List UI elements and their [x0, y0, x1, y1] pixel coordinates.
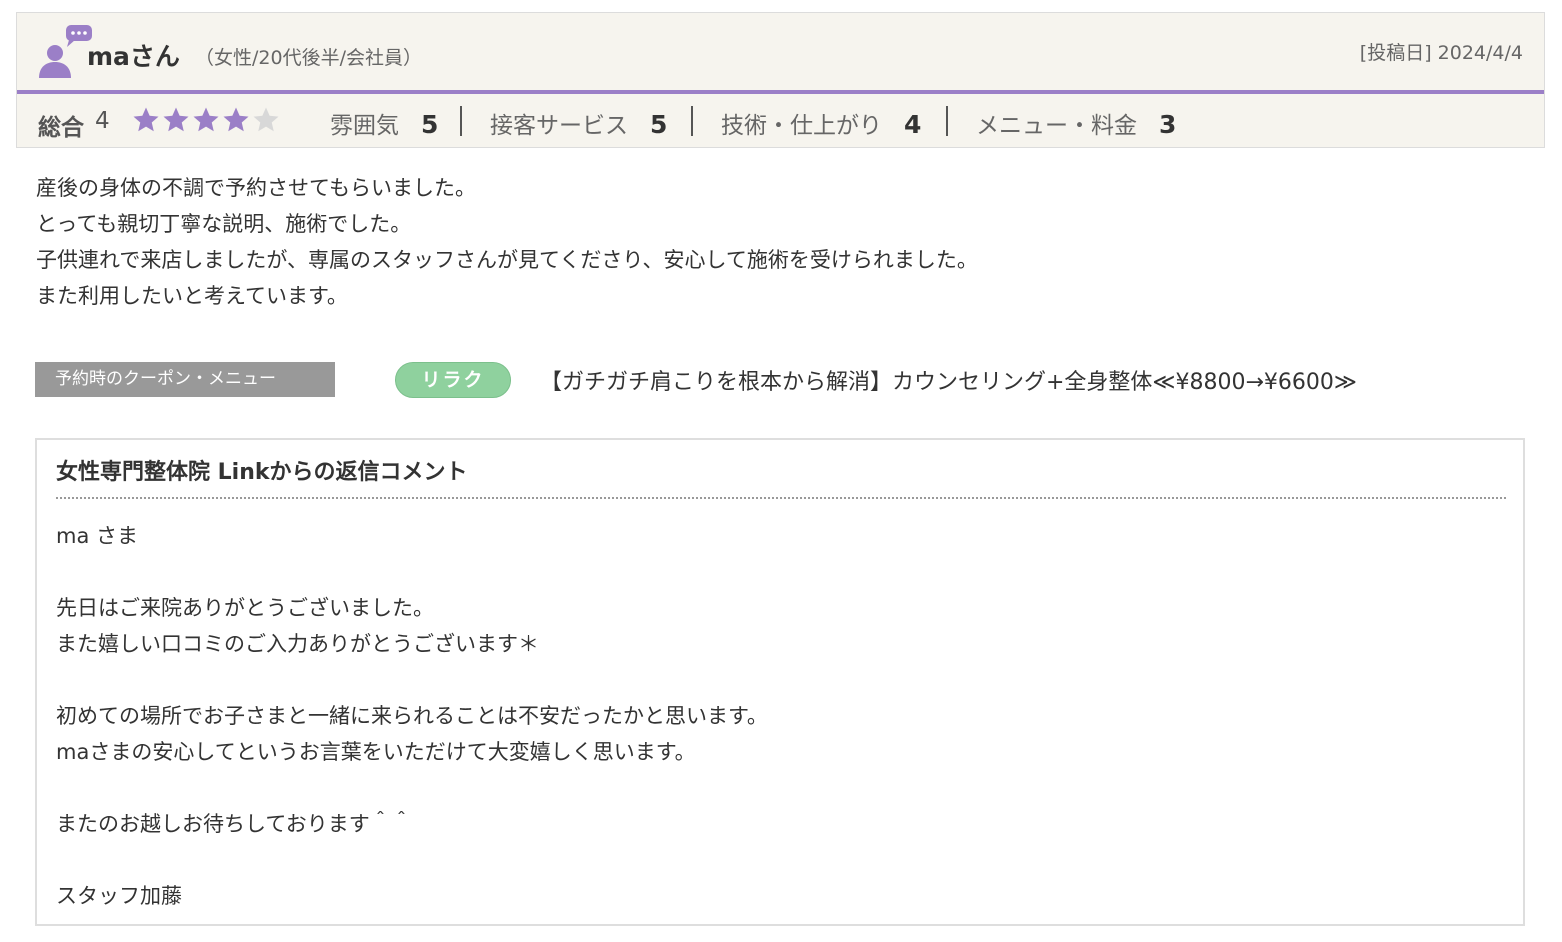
category-rating: 雰囲気 5	[330, 106, 439, 139]
review-line: 産後の身体の不調で予約させてもらいました。	[36, 176, 476, 200]
reviewer-meta: （女性/20代後半/会社員）	[195, 47, 422, 69]
category-label: 接客サービス	[490, 113, 628, 139]
category-value: 5	[650, 110, 668, 139]
coupon-title-link[interactable]: 【ガチガチ肩こりを根本から解消】カウンセリング+全身整体≪¥8800→¥6600…	[540, 364, 1357, 396]
reply-text: ma さま先日はご来院ありがとうございました。また嬉しい口コミのご入力ありがとう…	[56, 518, 768, 914]
category-label: 雰囲気	[330, 113, 399, 139]
coupon-category-badge: リラク	[395, 362, 511, 398]
category-label: メニュー・料金	[976, 113, 1137, 139]
reply-line: スタッフ加藤	[56, 884, 182, 908]
reply-line: 初めての場所でお子さまと一緒に来られることは不安だったかと思います。	[56, 704, 768, 728]
rating-row: 総合 4 雰囲気 5 接客サービス 5 技術・仕上がり 4 メニュー・料金 3	[17, 94, 1544, 148]
reply-title: 女性専門整体院 Linkからの返信コメント	[56, 460, 468, 485]
category-separator	[460, 106, 462, 136]
star-empty-icon	[253, 107, 279, 132]
review-header: maさん （女性/20代後半/会社員） [投稿日] 2024/4/4 総合 4 …	[16, 12, 1545, 148]
star-filled-icon	[223, 107, 249, 132]
review-text: 産後の身体の不調で予約させてもらいました。 とっても親切丁寧な説明、施術でした。…	[36, 170, 978, 314]
post-date: [投稿日] 2024/4/4	[1359, 42, 1523, 64]
reviewer-info: maさん （女性/20代後半/会社員） [投稿日] 2024/4/4	[17, 13, 1544, 92]
star-filled-icon	[163, 107, 189, 132]
reply-divider	[56, 497, 1506, 499]
category-value: 3	[1159, 110, 1177, 139]
reply-line: 先日はご来院ありがとうございました。	[56, 596, 434, 620]
review-line: とっても親切丁寧な説明、施術でした。	[36, 212, 412, 236]
category-separator	[946, 106, 948, 136]
reply-blank-line	[56, 842, 768, 878]
category-separator	[691, 106, 693, 136]
category-label: 技術・仕上がり	[721, 113, 882, 139]
overall-score: 4	[95, 108, 110, 134]
star-rating	[131, 105, 281, 135]
category-rating: メニュー・料金 3	[976, 106, 1177, 139]
reply-line: ma さま	[56, 524, 139, 548]
category-rating: 接客サービス 5	[490, 106, 668, 139]
user-speech-bubble-icon	[39, 25, 92, 78]
reply-blank-line	[56, 554, 768, 590]
overall-label: 総合	[38, 115, 84, 141]
reviewer-name: maさん	[87, 42, 180, 71]
reply-blank-line	[56, 662, 768, 698]
category-value: 5	[421, 110, 439, 139]
category-rating: 技術・仕上がり 4	[721, 106, 922, 139]
category-value: 4	[904, 110, 922, 139]
star-filled-icon	[133, 107, 159, 132]
reply-blank-line	[56, 770, 768, 806]
review-line: また利用したいと考えています。	[36, 284, 348, 308]
reply-comment-box: 女性専門整体院 Linkからの返信コメント ma さま先日はご来院ありがとうござ…	[35, 438, 1525, 926]
reply-line: またのお越しお待ちしております＾＾	[56, 812, 412, 836]
review-line: 子供連れで来店しましたが、専属のスタッフさんが見てくださり、安心して施術を受けら…	[36, 248, 978, 272]
reply-line: maさまの安心してというお言葉をいただけて大変嬉しく思います。	[56, 740, 696, 764]
coupon-tag: 予約時のクーポン・メニュー	[35, 362, 335, 397]
star-filled-icon	[193, 107, 219, 132]
reply-line: また嬉しい口コミのご入力ありがとうございます＊	[56, 632, 539, 656]
